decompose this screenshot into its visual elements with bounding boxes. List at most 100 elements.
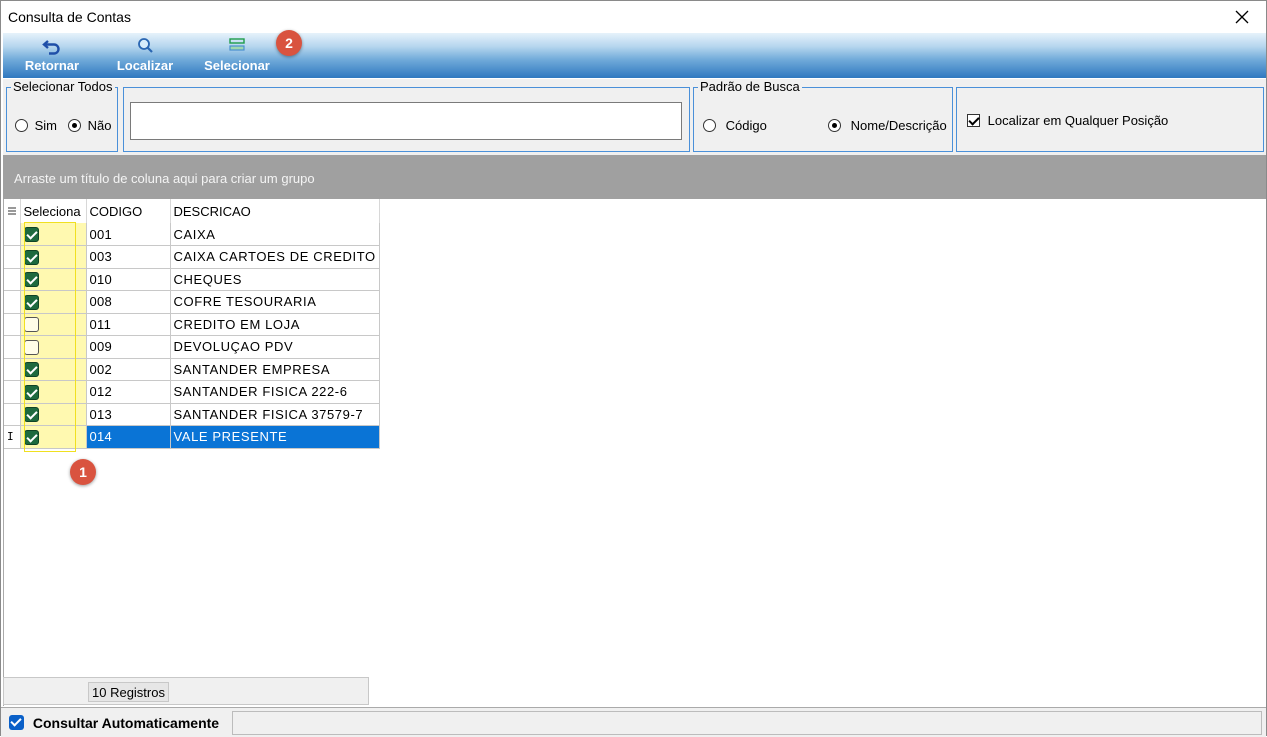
localizar-qualquer-group: Localizar em Qualquer Posição (956, 87, 1264, 152)
select-rows-icon (229, 38, 245, 51)
radio-sim[interactable]: Sim (15, 118, 57, 133)
row-codigo[interactable]: 009 (86, 335, 171, 359)
radio-nome-label: Nome/Descrição (850, 118, 947, 133)
row-checkbox[interactable] (23, 384, 39, 400)
magnifier-icon (138, 38, 153, 53)
row-descricao[interactable]: VALE PRESENTE (170, 425, 380, 449)
row-checkbox[interactable] (23, 407, 39, 423)
selecionar-todos-legend: Selecionar Todos (11, 79, 115, 94)
row-descricao[interactable]: CHEQUES (170, 268, 380, 291)
row-codigo[interactable]: 002 (86, 358, 171, 381)
row-descricao[interactable]: DEVOLUÇAO PDV (170, 335, 380, 359)
table-row[interactable]: 002 SANTANDER EMPRESA (4, 358, 380, 381)
radio-codigo-circle[interactable] (703, 119, 716, 132)
row-codigo[interactable]: 014 (86, 425, 171, 449)
row-checkbox[interactable] (23, 317, 39, 333)
radio-codigo-label: Código (725, 118, 767, 133)
radio-codigo[interactable]: Código (703, 118, 767, 133)
retornar-button[interactable]: Retornar (17, 37, 87, 77)
consultar-auto-checkbox[interactable]: Consultar Automaticamente (9, 715, 219, 731)
undo-arrow-icon (42, 40, 60, 55)
row-indicator (4, 380, 21, 404)
row-select-cell[interactable] (20, 425, 87, 449)
row-descricao[interactable]: SANTANDER FISICA 222-6 (170, 380, 380, 404)
localizar-qualquer-checkbox[interactable]: Localizar em Qualquer Posição (967, 113, 1168, 128)
row-codigo[interactable]: 010 (86, 268, 171, 291)
row-descricao[interactable]: CAIXA CARTOES DE CREDITO (170, 245, 380, 269)
row-codigo[interactable]: 013 (86, 403, 171, 426)
column-header-descricao[interactable]: DESCRICAO (170, 199, 380, 223)
radio-nome[interactable]: Nome/Descrição (828, 118, 947, 133)
padrao-busca-legend: Padrão de Busca (698, 79, 802, 94)
radio-nao-circle[interactable] (68, 119, 81, 132)
localizar-button[interactable]: Localizar (109, 37, 181, 77)
search-group (123, 87, 690, 152)
radio-nome-circle[interactable] (828, 119, 841, 132)
row-indicator (4, 358, 21, 381)
row-descricao[interactable]: CREDITO EM LOJA (170, 313, 380, 336)
radio-nao[interactable]: Não (68, 118, 111, 133)
group-by-bar[interactable]: Arraste um título de coluna aqui para cr… (3, 155, 1266, 199)
title-bar: Consulta de Contas (1, 1, 1266, 33)
table-row[interactable]: 008 COFRE TESOURARIA (4, 290, 380, 314)
localizar-label: Localizar (116, 58, 174, 73)
row-checkbox[interactable] (23, 294, 39, 310)
table-row[interactable]: 011 CREDITO EM LOJA (4, 313, 380, 336)
column-header-seleciona[interactable]: Seleciona (20, 199, 87, 223)
row-checkbox[interactable] (23, 227, 39, 243)
row-select-cell[interactable] (20, 223, 87, 246)
row-select-cell[interactable] (20, 335, 87, 359)
consultar-auto-check-icon[interactable] (9, 715, 24, 730)
record-count: 10 Registros (88, 682, 169, 702)
row-select-cell[interactable] (20, 290, 87, 314)
row-codigo[interactable]: 008 (86, 290, 171, 314)
table-row[interactable]: 013 SANTANDER FISICA 37579-7 (4, 403, 380, 426)
row-checkbox[interactable] (23, 429, 39, 445)
selecionar-button[interactable]: Selecionar (197, 37, 277, 77)
row-select-cell[interactable] (20, 268, 87, 291)
filter-panel: Selecionar Todos Sim Não Padrão de Busca… (3, 79, 1266, 155)
grid-area: Seleciona CODIGO DESCRICAO 001 CAIXA 003… (3, 199, 1266, 706)
row-select-cell[interactable] (20, 380, 87, 404)
row-select-cell[interactable] (20, 403, 87, 426)
row-indicator (4, 268, 21, 291)
table-row[interactable]: 003 CAIXA CARTOES DE CREDITO (4, 245, 380, 269)
radio-sim-circle[interactable] (15, 119, 28, 132)
search-input[interactable] (130, 102, 682, 140)
table-row[interactable]: 010 CHEQUES (4, 268, 380, 291)
row-checkbox[interactable] (23, 339, 39, 355)
row-indicator (4, 313, 21, 336)
row-checkbox[interactable] (23, 249, 39, 265)
padrao-busca-group: Padrão de Busca Código Nome/Descrição (693, 79, 953, 152)
row-select-cell[interactable] (20, 245, 87, 269)
row-descricao[interactable]: SANTANDER EMPRESA (170, 358, 380, 381)
window-title: Consulta de Contas (8, 9, 131, 25)
column-header-codigo[interactable]: CODIGO (86, 199, 171, 223)
row-codigo[interactable]: 012 (86, 380, 171, 404)
row-codigo[interactable]: 003 (86, 245, 171, 269)
row-descricao[interactable]: SANTANDER FISICA 37579-7 (170, 403, 380, 426)
column-chooser-icon[interactable] (4, 199, 21, 223)
table-row[interactable]: 009 DEVOLUÇAO PDV (4, 335, 380, 359)
selecionar-label: Selecionar (204, 58, 270, 73)
row-select-cell[interactable] (20, 313, 87, 336)
row-checkbox[interactable] (23, 272, 39, 288)
row-descricao[interactable]: COFRE TESOURARIA (170, 290, 380, 314)
radio-sim-label: Sim (34, 118, 58, 133)
status-bar: Consultar Automaticamente (1, 707, 1266, 737)
row-indicator (4, 245, 21, 269)
table-row-selected[interactable]: I 014 VALE PRESENTE (4, 425, 380, 449)
table-row[interactable]: 001 CAIXA (4, 223, 380, 246)
row-indicator (4, 223, 21, 246)
retornar-label: Retornar (24, 58, 80, 73)
app-window: Consulta de Contas Retornar Localizar Se… (0, 0, 1267, 737)
row-checkbox[interactable] (23, 362, 39, 378)
row-codigo[interactable]: 001 (86, 223, 171, 246)
row-descricao[interactable]: CAIXA (170, 223, 380, 246)
close-icon[interactable] (1230, 5, 1254, 29)
table-row[interactable]: 012 SANTANDER FISICA 222-6 (4, 380, 380, 404)
row-select-cell[interactable] (20, 358, 87, 381)
localizar-qualquer-label: Localizar em Qualquer Posição (987, 113, 1169, 128)
localizar-qualquer-check-icon[interactable] (967, 114, 980, 127)
row-codigo[interactable]: 011 (86, 313, 171, 336)
